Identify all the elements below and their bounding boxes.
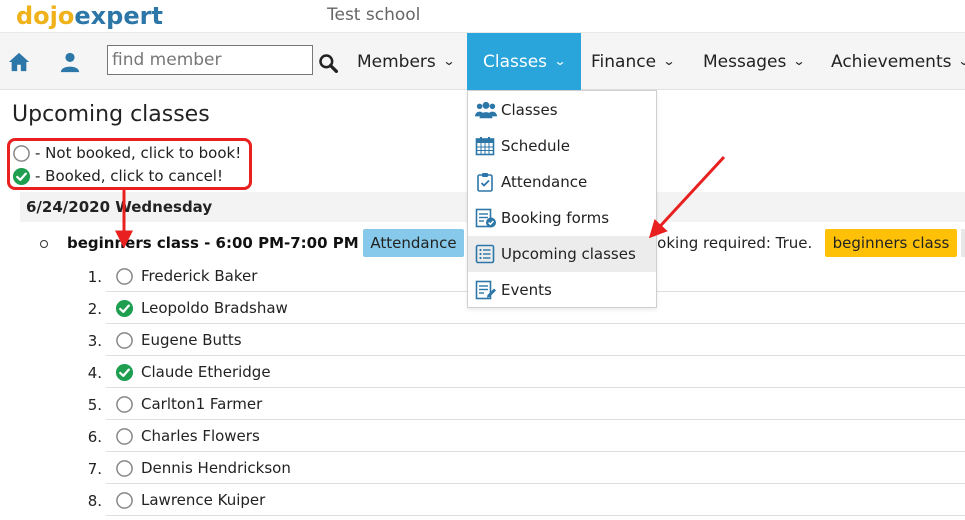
chevron-down-icon: ⌄ [553,54,567,68]
menu-item-label: Schedule [501,137,570,155]
search-icon[interactable] [318,53,338,73]
check-circle-icon [12,167,31,186]
menu-item-label: Attendance [501,173,588,191]
check-circle-icon[interactable] [115,363,134,386]
overflow-button[interactable] [961,229,965,257]
check-circle-icon[interactable] [115,299,134,322]
member-row[interactable]: 3. Eugene Butts [88,324,965,356]
menu-item-classes[interactable]: Classes [468,92,656,128]
legend-booked: - Booked, click to cancel! [12,167,223,186]
chevron-down-icon: ⌄ [662,54,676,68]
top-bar: dojoexpert Test school [0,0,965,32]
nav-finance-label: Finance [591,52,657,72]
member-row[interactable]: 5. Carlton1 Farmer [88,388,965,420]
calendar-icon [475,137,495,156]
empty-circle-icon[interactable] [115,491,134,514]
nav-classes[interactable]: Classes ⌄ [467,33,582,90]
menu-item-label: Booking forms [501,209,610,227]
booking-required-text: ooking required: True. [648,234,813,252]
form-check-icon [475,208,496,228]
home-icon[interactable] [8,51,30,73]
chevron-down-icon: ⌄ [958,33,965,90]
users-icon [475,101,497,119]
menu-item-booking-forms[interactable]: Booking forms [468,200,656,236]
menu-item-label: Classes [501,101,558,119]
chevron-down-icon: ⌄ [442,54,456,68]
empty-circle-icon[interactable] [115,395,134,418]
class-title: beginners class - 6:00 PM-7:00 PM [67,234,359,252]
edit-list-icon [475,280,496,300]
logo[interactable]: dojoexpert [16,2,163,30]
search-input[interactable] [107,45,313,75]
nav-achievements[interactable]: Achievements ⌄ [831,33,965,90]
clipboard-check-icon [477,173,493,192]
member-name: Carlton1 Farmer [141,395,263,413]
nav-bar: Members ⌄ Classes ⌄ Finance ⌄ Messages ⌄ Ach… [0,32,965,90]
list-bullet [40,240,48,248]
nav-members-label: Members [357,52,436,72]
nav-classes-label: Classes [483,52,548,72]
member-name: Lawrence Kuiper [141,491,266,509]
chevron-down-icon: ⌄ [792,54,806,68]
menu-item-label: Events [501,281,552,299]
member-number: 4. [87,364,102,382]
member-number: 8. [87,492,102,510]
attendance-button[interactable]: Attendance [363,229,464,257]
member-name: Leopoldo Bradshaw [141,299,288,317]
classes-dropdown-menu: Classes Schedule Attendance Booking form… [467,90,657,308]
member-row[interactable]: 8. Lawrence Kuiper [88,484,965,516]
member-number: 6. [87,428,102,446]
menu-item-events[interactable]: Events [468,272,656,308]
empty-circle-icon[interactable] [115,459,134,482]
member-number: 5. [87,396,102,414]
member-row[interactable]: 6. Charles Flowers [88,420,965,452]
empty-circle-icon[interactable] [115,427,134,450]
class-tag-button[interactable]: beginners class [825,229,957,257]
menu-item-label: Upcoming classes [501,245,636,263]
nav-achievements-label: Achievements [831,52,952,72]
member-number: 1. [87,268,102,286]
member-number: 2. [87,300,102,318]
menu-item-schedule[interactable]: Schedule [468,128,656,164]
legend-not-booked-text: - Not booked, click to book! [35,144,242,162]
member-number: 7. [87,460,102,478]
nav-messages-label: Messages [703,52,787,72]
member-row[interactable]: 4. Claude Etheridge [88,356,965,388]
empty-circle-icon[interactable] [115,267,134,290]
member-number: 3. [87,332,102,350]
nav-members[interactable]: Members ⌄ [357,33,456,90]
member-name: Eugene Butts [141,331,242,349]
logo-part2: expert [74,2,163,30]
list-icon [475,244,495,264]
member-name: Charles Flowers [141,427,260,445]
legend-not-booked: - Not booked, click to book! [12,144,241,163]
empty-circle-icon[interactable] [115,331,134,354]
menu-item-upcoming-classes[interactable]: Upcoming classes [468,236,656,272]
page-title: Upcoming classes [12,102,210,127]
member-name: Dennis Hendrickson [141,459,291,477]
school-name: Test school [327,5,421,25]
member-row[interactable]: 7. Dennis Hendrickson [88,452,965,484]
member-name: Claude Etheridge [141,363,271,381]
user-icon[interactable] [59,51,81,73]
nav-messages[interactable]: Messages ⌄ [703,33,806,90]
nav-finance[interactable]: Finance ⌄ [591,33,676,90]
legend-booked-text: - Booked, click to cancel! [35,167,223,185]
menu-item-attendance[interactable]: Attendance [468,164,656,200]
logo-part1: dojo [16,2,75,30]
empty-circle-icon [13,145,30,162]
member-name: Frederick Baker [141,267,258,285]
